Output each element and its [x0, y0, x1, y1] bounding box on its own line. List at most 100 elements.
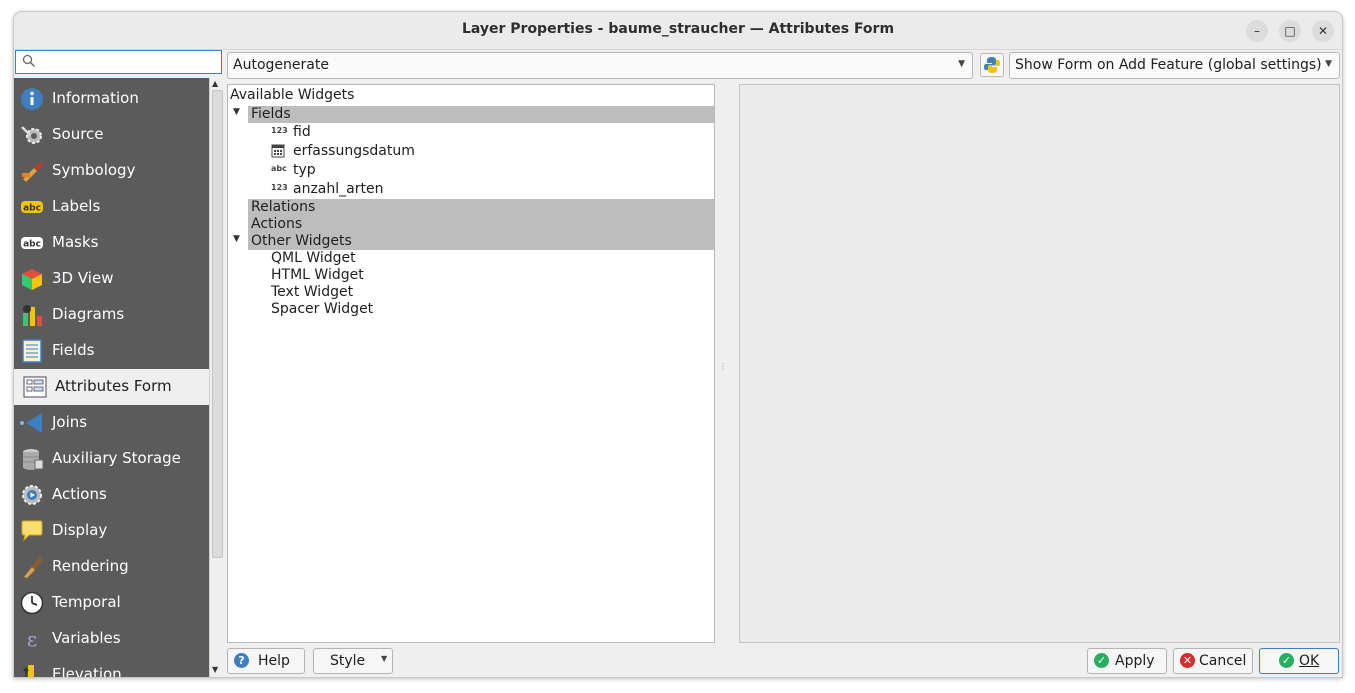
- date-field-icon: [271, 144, 285, 158]
- clock-icon: [20, 591, 44, 615]
- tree-group-other-widgets[interactable]: ▼ Other Widgets: [233, 233, 714, 250]
- sidebar-item-attributes-form[interactable]: Attributes Form: [14, 369, 209, 405]
- sidebar-item-label: Fields: [52, 341, 95, 359]
- sidebar-item-diagrams[interactable]: Diagrams: [14, 297, 209, 333]
- scroll-down-icon[interactable]: ▼: [212, 665, 218, 674]
- joins-icon: [20, 413, 42, 433]
- sidebar-item-label: Display: [52, 521, 108, 539]
- actions-gear-icon: [22, 485, 42, 505]
- tree-group-fields[interactable]: ▼ Fields: [233, 106, 714, 123]
- python-init-button[interactable]: [980, 53, 1004, 77]
- fields-icon: [22, 339, 42, 363]
- sidebar-scrollbar[interactable]: ▲ ▼: [209, 78, 223, 677]
- sidebar-item-label: Temporal: [52, 593, 121, 611]
- tree-item-label: Text Widget: [271, 284, 354, 300]
- available-widgets-tree[interactable]: Available Widgets ▼ Fields 123 fid erfas…: [227, 84, 715, 643]
- style-label: Style: [330, 653, 366, 669]
- tree-group-label: Fields: [251, 106, 291, 122]
- sidebar-item-label: Information: [52, 89, 139, 107]
- tree-widget-spacer[interactable]: Spacer Widget: [228, 301, 714, 318]
- close-window-button[interactable]: ✕: [1312, 20, 1334, 42]
- labels-abc-icon: abc: [21, 201, 43, 214]
- maximize-icon: □: [1284, 24, 1296, 38]
- ok-button[interactable]: ✓ OK: [1259, 648, 1339, 674]
- brush-icon: [24, 557, 43, 578]
- sidebar-item-masks[interactable]: abc Masks: [14, 225, 209, 261]
- paintbrush-icon: [22, 162, 43, 182]
- tree-field-erfassungsdatum[interactable]: erfassungsdatum: [228, 143, 714, 160]
- checkmark-icon: ✓: [1094, 653, 1109, 668]
- sidebar-item-3d-view[interactable]: 3D View: [14, 261, 209, 297]
- sidebar-item-label: Masks: [52, 233, 99, 251]
- svg-text:abc: abc: [23, 240, 41, 250]
- tree-group-actions[interactable]: Actions: [248, 216, 714, 233]
- minimize-icon: –: [1254, 24, 1260, 38]
- integer-field-icon: 123: [271, 183, 288, 192]
- sidebar-item-symbology[interactable]: Symbology: [14, 153, 209, 189]
- help-label: Help: [258, 653, 290, 669]
- title-bar: Layer Properties - baume_straucher — Att…: [14, 12, 1342, 50]
- expand-arrow-icon[interactable]: ▼: [233, 107, 240, 117]
- sidebar-item-source[interactable]: Source: [14, 117, 209, 153]
- info-icon: [21, 88, 43, 110]
- layout-mode-select[interactable]: Autogenerate ▼: [227, 52, 973, 79]
- tree-field-anzahl-arten[interactable]: 123 anzahl_arten: [228, 181, 714, 198]
- sidebar-item-actions[interactable]: Actions: [14, 477, 209, 513]
- splitter-handle[interactable]: ⋮: [719, 362, 727, 378]
- search-input[interactable]: [15, 50, 222, 74]
- elevation-icon: [23, 665, 34, 677]
- layout-mode-value: Autogenerate: [233, 57, 329, 73]
- tree-widget-text[interactable]: Text Widget: [228, 284, 714, 301]
- sidebar-item-labels[interactable]: abc Labels: [14, 189, 209, 225]
- tree-item-label: fid: [293, 124, 311, 140]
- style-button[interactable]: Style ▼: [313, 648, 393, 674]
- sidebar-item-label: Source: [52, 125, 104, 143]
- tree-field-fid[interactable]: 123 fid: [228, 124, 714, 141]
- ok-label: OK: [1299, 653, 1320, 669]
- sidebar-item-label: Symbology: [52, 161, 136, 179]
- tree-item-label: Spacer Widget: [271, 301, 374, 317]
- expand-arrow-icon[interactable]: ▼: [233, 234, 240, 244]
- minimize-button[interactable]: –: [1246, 20, 1268, 42]
- sidebar-item-rendering[interactable]: Rendering: [14, 549, 209, 585]
- sidebar-item-information[interactable]: Information: [14, 81, 209, 117]
- sidebar-item-joins[interactable]: Joins: [14, 405, 209, 441]
- python-icon: [984, 57, 1000, 73]
- help-icon: ?: [234, 653, 249, 668]
- cancel-icon: ✕: [1180, 653, 1195, 668]
- apply-button[interactable]: ✓ Apply: [1087, 648, 1167, 674]
- sidebar-item-fields[interactable]: Fields: [14, 333, 209, 369]
- maximize-button[interactable]: □: [1279, 20, 1301, 42]
- scroll-up-icon[interactable]: ▲: [212, 79, 218, 88]
- sidebar-item-elevation[interactable]: Elevation: [14, 657, 209, 677]
- database-icon: [23, 449, 44, 470]
- chevron-down-icon: ▼: [958, 59, 965, 69]
- tree-group-label: Relations: [251, 199, 316, 215]
- chevron-down-icon: ▼: [1325, 59, 1332, 69]
- sidebar-item-label: Diagrams: [52, 305, 125, 323]
- sidebar-item-label: Attributes Form: [55, 377, 172, 395]
- diagrams-icon: [23, 305, 42, 326]
- cube-icon: [22, 269, 42, 290]
- tree-widget-html[interactable]: HTML Widget: [228, 267, 714, 284]
- sidebar-item-display[interactable]: Display: [14, 513, 209, 549]
- help-button[interactable]: ? Help: [227, 648, 305, 674]
- scrollbar-thumb[interactable]: [212, 90, 223, 558]
- cancel-label: Cancel: [1199, 653, 1247, 669]
- layer-properties-window: Layer Properties - baume_straucher — Att…: [13, 11, 1343, 678]
- sidebar-item-label: Auxiliary Storage: [52, 449, 181, 467]
- tree-group-relations[interactable]: Relations: [248, 199, 714, 216]
- sidebar-item-auxiliary-storage[interactable]: Auxiliary Storage: [14, 441, 209, 477]
- source-gear-icon: [21, 126, 42, 144]
- svg-text:ε: ε: [27, 627, 37, 651]
- form-layout-panel[interactable]: [739, 84, 1340, 643]
- attributes-form-icon: [23, 376, 47, 398]
- show-form-select[interactable]: Show Form on Add Feature (global setting…: [1009, 52, 1340, 79]
- tree-group-label: Other Widgets: [251, 233, 352, 249]
- cancel-button[interactable]: ✕ Cancel: [1173, 648, 1253, 674]
- tree-field-typ[interactable]: abc typ: [228, 162, 714, 179]
- sidebar-item-variables[interactable]: ε Variables: [14, 621, 209, 657]
- epsilon-icon: ε: [27, 627, 37, 651]
- sidebar-item-temporal[interactable]: Temporal: [14, 585, 209, 621]
- tree-widget-qml[interactable]: QML Widget: [228, 250, 714, 267]
